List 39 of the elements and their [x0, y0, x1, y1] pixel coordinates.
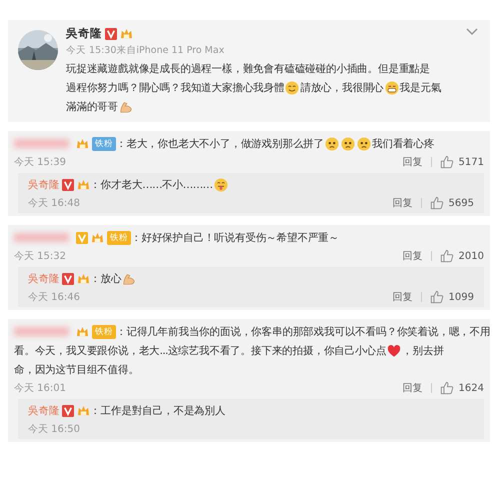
comment-time: 今天 16:46 [28, 291, 80, 304]
fan-badge: 铁粉 [107, 230, 131, 244]
comment-time: 今天 16:48 [28, 197, 80, 210]
author-name[interactable]: 吳奇隆 [28, 272, 60, 286]
comment-text: ：好好保护自己！听说有受伤～希望不严重～ [131, 230, 340, 244]
author-name[interactable]: 吳奇隆 [66, 26, 102, 41]
comment-time: 今天 15:39 [14, 156, 66, 169]
author-name[interactable]: 吳奇隆 [28, 404, 60, 418]
comment-text: ：你才老大……不小……… [90, 178, 213, 192]
like-count: 5171 [458, 156, 484, 168]
like-count: 5695 [448, 198, 474, 208]
post-time: 今天 15:30来自iPhone 11 Pro Max [66, 44, 226, 57]
like-count: 1099 [448, 292, 474, 302]
reply-link[interactable]: 回复 [392, 290, 413, 304]
like-count: 1624 [458, 382, 484, 394]
comment-text: 看。今天，我又要跟你说，老大...这综艺我不看了。接下来的拍摄，你自己小心点 [14, 344, 386, 358]
comment-text: 命，因为这节目组不值得。 [14, 362, 139, 376]
reply-link[interactable]: 回复 [402, 249, 423, 263]
author-name[interactable]: 吳奇隆 [28, 178, 60, 192]
comment-time: 今天 15:32 [14, 250, 66, 263]
comment-text: ：老大，你也老大不小了，做游戏别那么拼了 [116, 136, 324, 150]
fan-badge: 铁粉 [92, 136, 116, 150]
comment-text: 玩捉迷藏遊戲就像是成長的過程一樣，難免會有磕磕碰碰的小插曲。但是重點是 [66, 62, 430, 76]
comment-text: ，别去拼 [402, 344, 444, 358]
reply-link[interactable]: 回复 [402, 381, 423, 395]
comment-text: 過程你努力嗎？開心嗎？我知道大家擔心我身體 [66, 80, 284, 94]
like-count: 2010 [458, 250, 484, 262]
comment-time: 今天 16:50 [28, 423, 80, 436]
comment-time: 今天 16:01 [14, 382, 66, 395]
comment-text: 我是元氣 [400, 80, 442, 94]
reply-link[interactable]: 回复 [402, 155, 423, 169]
comment-text: ：工作是對自己，不是為別人 [90, 404, 226, 418]
comment-text: 我们看着心疼 [372, 136, 434, 150]
fan-badge: 铁粉 [92, 324, 116, 338]
reply-link[interactable]: 回复 [392, 196, 413, 210]
comment-text: 請放心，我很開心 [300, 80, 384, 94]
comment-text: ：放心 [90, 272, 122, 286]
comment-text: 滿滿的哥哥 [66, 100, 118, 114]
comment-text: ：记得几年前我当你的面说，你客串的那部戏我可以不看吗？你笑着说，嗯，不用 [116, 324, 490, 338]
